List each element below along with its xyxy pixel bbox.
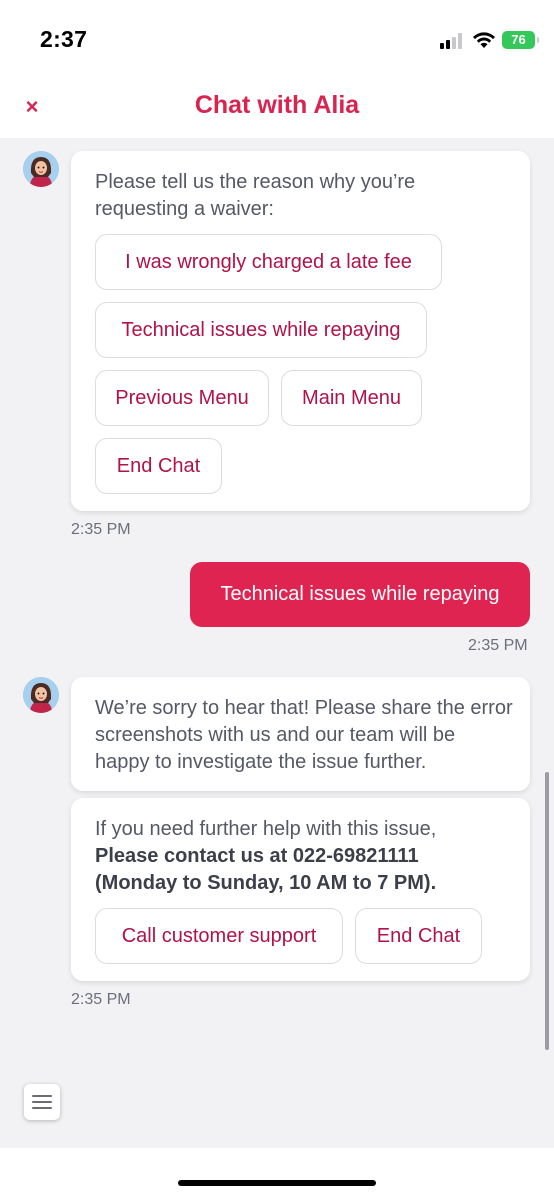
bot-message-card: We’re sorry to hear that! Please share t… [71,677,530,791]
status-time: 2:37 [40,26,88,52]
chat-header: × Chat with Alia [0,78,554,138]
bottom-bar [0,1148,554,1200]
message-timestamp: 2:35 PM [71,991,131,1008]
message-text-prefix: If you need further help with this issue… [95,818,437,840]
page-title: Chat with Alia [194,91,360,119]
chat-screen: 2:37 76 × Chat with Alia Please tell us … [0,0,554,1200]
bot-message-card: If you need further help with this issue… [71,798,530,981]
bot-message-text: We’re sorry to hear that! Please share t… [95,697,513,773]
hamburger-menu-icon[interactable] [24,1084,60,1120]
contact-info-text: Please contact us at 022-69821111 (Monda… [95,845,437,894]
option-wrongly-charged-late-fee[interactable]: I was wrongly charged a late fee [95,234,442,290]
home-indicator[interactable] [178,1180,376,1186]
cellular-signal-icon [440,33,466,49]
bot-avatar [23,677,59,713]
option-previous-menu[interactable]: Previous Menu [95,370,269,426]
option-main-menu[interactable]: Main Menu [281,370,422,426]
bot-message-text: If you need further help with this issue… [95,816,505,897]
message-timestamp: 2:35 PM [71,521,131,538]
bot-avatar [23,151,59,187]
battery-icon: 76 [502,31,539,49]
bot-message-text: Please tell us the reason why you’re req… [95,171,416,220]
bot-message-card: Please tell us the reason why you’re req… [71,151,530,511]
option-end-chat[interactable]: End Chat [355,908,482,964]
wifi-icon [473,32,495,48]
option-technical-issues[interactable]: Technical issues while repaying [95,302,427,358]
message-timestamp: 2:35 PM [468,637,528,654]
option-end-chat[interactable]: End Chat [95,438,222,494]
status-bar: 2:37 76 [0,0,554,78]
user-message-bubble: Technical issues while repaying [190,562,530,627]
scrollbar[interactable] [545,772,549,1050]
option-call-customer-support[interactable]: Call customer support [95,908,343,964]
